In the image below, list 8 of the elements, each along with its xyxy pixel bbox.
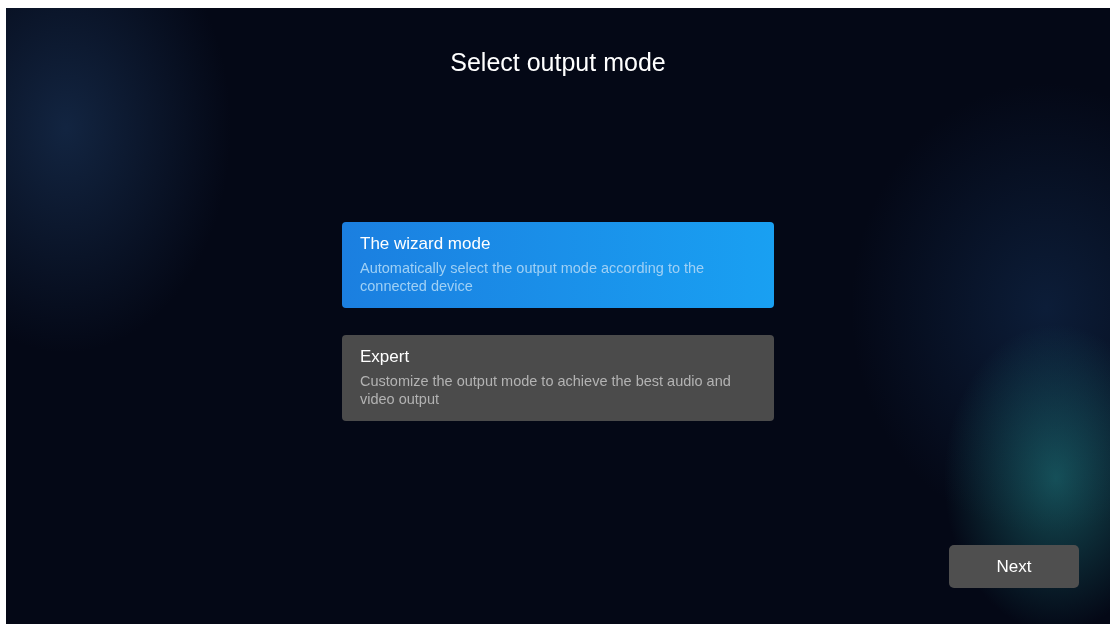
page-title: Select output mode [450,48,666,77]
option-description: Automatically select the output mode according to the connected device [360,259,706,295]
option-title: Expert [360,347,411,367]
mode-option[interactable]: The wizard mode Automatically select the output mode according to the connected device [342,222,774,308]
next-button[interactable]: Next [949,545,1079,588]
option-title: The wizard mode [360,234,492,254]
option-description: Customize the output mode to achieve the best audio and video output [360,372,732,408]
mode-option[interactable]: Expert Customize the output mode to achieve the best audio and video output [342,335,774,421]
